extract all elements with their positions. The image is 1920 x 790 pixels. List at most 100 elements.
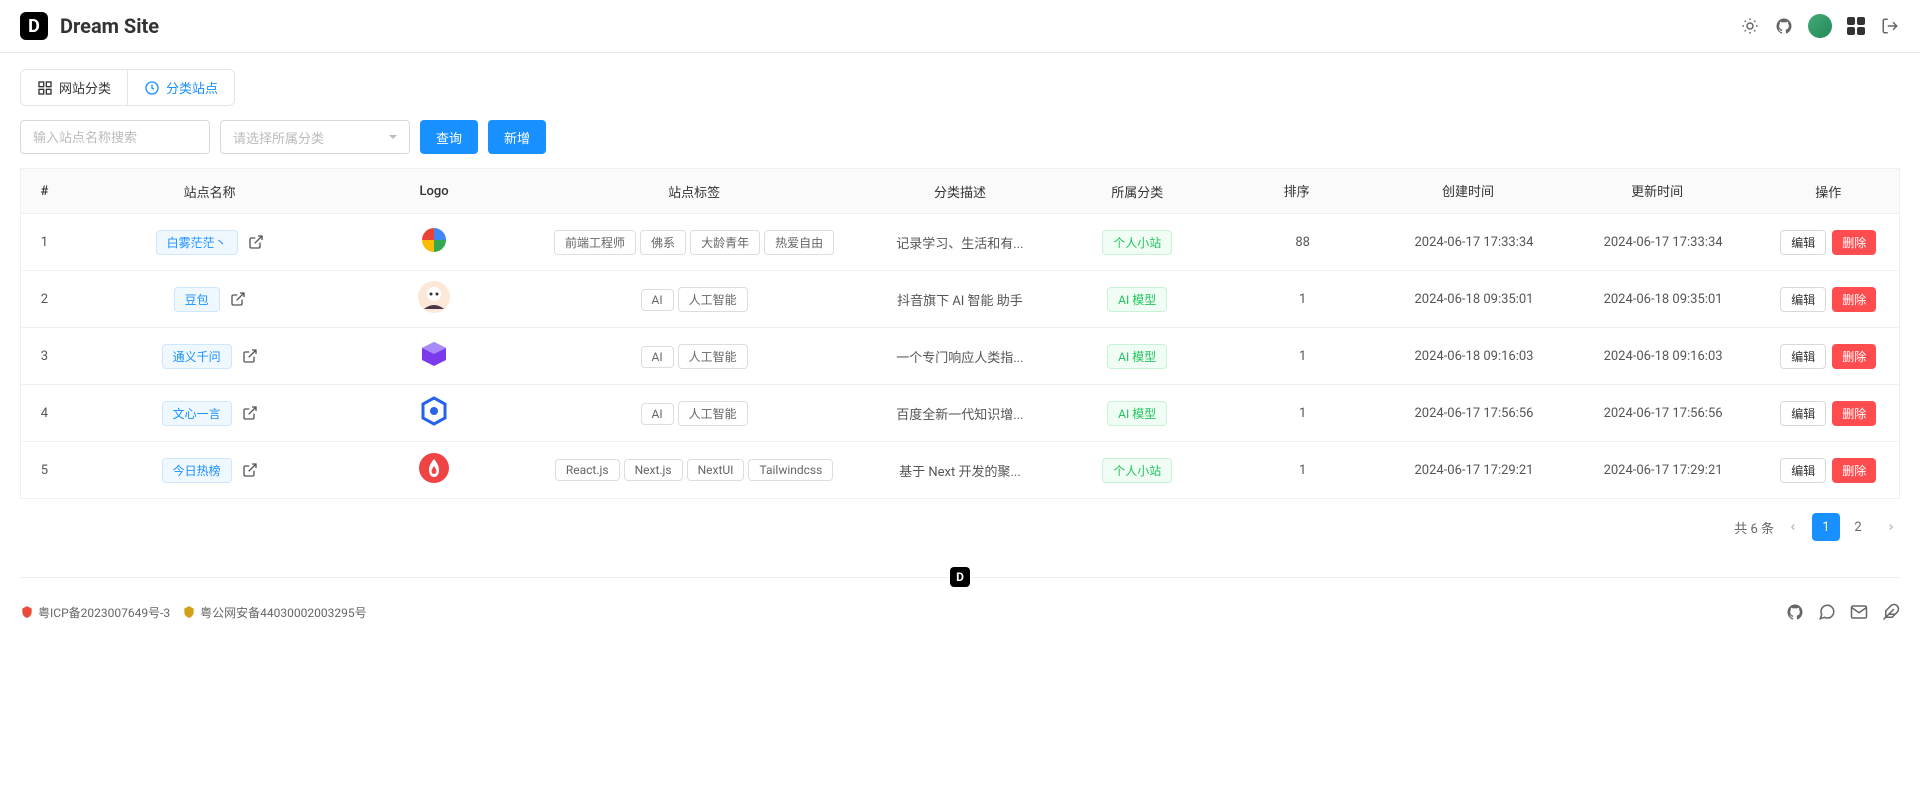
gongan-link[interactable]: 粤公网安备44030002003295号: [182, 604, 366, 621]
edit-button[interactable]: 编辑: [1780, 230, 1826, 255]
header-right: [1740, 14, 1900, 38]
tab-1[interactable]: 分类站点: [128, 70, 234, 105]
th-tags: 站点标签: [517, 169, 872, 214]
cell-tags: React.jsNext.jsNextUITailwindcss: [517, 442, 872, 499]
site-title: Dream Site: [60, 14, 159, 38]
next-page[interactable]: [1882, 518, 1900, 536]
external-link-icon[interactable]: [248, 234, 264, 250]
tab-icon: [144, 80, 160, 96]
page-1[interactable]: 1: [1812, 513, 1840, 541]
cell-category: AI 模型: [1049, 385, 1226, 442]
th-updated[interactable]: 更新时间: [1569, 169, 1758, 214]
sites-table: # 站点名称 Logo 站点标签 分类描述 所属分类 排序 创建时间 更新时间 …: [20, 168, 1900, 499]
cell-tags: AI人工智能: [517, 271, 872, 328]
cell-updated: 2024-06-18 09:35:01: [1569, 271, 1758, 328]
table-row: 4文心一言AI人工智能百度全新一代知识增...AI 模型12024-06-17 …: [21, 385, 1900, 442]
icp-link[interactable]: 粤ICP备2023007649号-3: [20, 604, 170, 621]
site-logo-icon: [418, 395, 450, 427]
prev-page[interactable]: [1784, 518, 1802, 536]
cell-updated: 2024-06-17 17:29:21: [1569, 442, 1758, 499]
site-link[interactable]: 豆包: [174, 287, 220, 312]
tag-chip: AI: [641, 289, 674, 311]
footer-github-icon[interactable]: [1786, 603, 1804, 621]
footer: 粤ICP备2023007649号-3 粤公网安备44030002003295号: [0, 599, 1920, 641]
cell-actions: 编辑删除: [1758, 385, 1900, 442]
table-row: 3通义千问AI人工智能一个专门响应人类指...AI 模型12024-06-18 …: [21, 328, 1900, 385]
footer-mail-icon[interactable]: [1850, 603, 1868, 621]
cell-actions: 编辑删除: [1758, 328, 1900, 385]
tab-0[interactable]: 网站分类: [21, 70, 128, 105]
th-category: 所属分类: [1049, 169, 1226, 214]
cell-created: 2024-06-18 09:35:01: [1379, 271, 1568, 328]
delete-button[interactable]: 删除: [1832, 401, 1876, 426]
header: D Dream Site: [0, 0, 1920, 53]
cell-index: 1: [21, 214, 68, 271]
th-desc: 分类描述: [871, 169, 1048, 214]
pagination: 共 6 条 12: [0, 499, 1920, 555]
logo[interactable]: D: [20, 12, 48, 40]
delete-button[interactable]: 删除: [1832, 458, 1876, 483]
search-input[interactable]: [20, 120, 210, 154]
external-link-icon[interactable]: [242, 462, 258, 478]
site-link[interactable]: 文心一言: [162, 401, 232, 426]
category-chip: 个人小站: [1102, 230, 1172, 255]
logout-icon[interactable]: [1880, 16, 1900, 36]
edit-button[interactable]: 编辑: [1780, 344, 1826, 369]
tag-chip: 人工智能: [678, 287, 748, 312]
category-select[interactable]: 请选择所属分类: [220, 120, 410, 154]
cell-name: 通义千问: [68, 328, 352, 385]
external-link-icon[interactable]: [242, 348, 258, 364]
cell-desc: 一个专门响应人类指...: [871, 328, 1048, 385]
external-link-icon[interactable]: [230, 291, 246, 307]
cell-name: 今日热榜: [68, 442, 352, 499]
tag-chip: AI: [641, 346, 674, 368]
th-sort[interactable]: 排序: [1226, 169, 1380, 214]
th-logo: Logo: [351, 169, 516, 214]
delete-button[interactable]: 删除: [1832, 230, 1876, 255]
delete-button[interactable]: 删除: [1832, 344, 1876, 369]
cell-created: 2024-06-17 17:56:56: [1379, 385, 1568, 442]
external-link-icon[interactable]: [242, 405, 258, 421]
theme-icon[interactable]: [1740, 16, 1760, 36]
apps-icon[interactable]: [1846, 16, 1866, 36]
delete-button[interactable]: 删除: [1832, 287, 1876, 312]
cell-category: 个人小站: [1049, 214, 1226, 271]
tag-chip: Next.js: [624, 459, 683, 481]
cell-updated: 2024-06-17 17:56:56: [1569, 385, 1758, 442]
query-button[interactable]: 查询: [420, 120, 478, 154]
th-created[interactable]: 创建时间: [1379, 169, 1568, 214]
tag-chip: Tailwindcss: [748, 459, 833, 481]
edit-button[interactable]: 编辑: [1780, 458, 1826, 483]
cell-created: 2024-06-17 17:29:21: [1379, 442, 1568, 499]
site-link[interactable]: 白雾茫茫丶: [156, 230, 238, 255]
new-button[interactable]: 新增: [488, 120, 546, 154]
edit-button[interactable]: 编辑: [1780, 401, 1826, 426]
cell-category: 个人小站: [1049, 442, 1226, 499]
cell-sort: 1: [1226, 271, 1380, 328]
table-row: 1白雾茫茫丶前端工程师佛系大龄青年热爱自由记录学习、生活和有...个人小站882…: [21, 214, 1900, 271]
cell-index: 3: [21, 328, 68, 385]
page-2[interactable]: 2: [1844, 513, 1872, 541]
category-chip: AI 模型: [1107, 401, 1167, 426]
tag-chip: 热爱自由: [764, 230, 834, 255]
cell-desc: 百度全新一代知识增...: [871, 385, 1048, 442]
tag-chip: React.js: [555, 459, 620, 481]
github-icon[interactable]: [1774, 16, 1794, 36]
category-chip: 个人小站: [1102, 458, 1172, 483]
footer-feather-icon[interactable]: [1882, 603, 1900, 621]
table-container: # 站点名称 Logo 站点标签 分类描述 所属分类 排序 创建时间 更新时间 …: [0, 168, 1920, 499]
th-index: #: [21, 169, 68, 214]
site-logo-icon: [418, 452, 450, 484]
total-count: 共 6 条: [1734, 518, 1774, 537]
edit-button[interactable]: 编辑: [1780, 287, 1826, 312]
tab-label: 分类站点: [166, 78, 218, 97]
footer-chat-icon[interactable]: [1818, 603, 1836, 621]
th-actions: 操作: [1758, 169, 1900, 214]
cell-updated: 2024-06-17 17:33:34: [1569, 214, 1758, 271]
tag-chip: 人工智能: [678, 401, 748, 426]
user-avatar[interactable]: [1808, 14, 1832, 38]
cell-sort: 1: [1226, 328, 1380, 385]
site-link[interactable]: 通义千问: [162, 344, 232, 369]
site-link[interactable]: 今日热榜: [162, 458, 232, 483]
cell-actions: 编辑删除: [1758, 442, 1900, 499]
